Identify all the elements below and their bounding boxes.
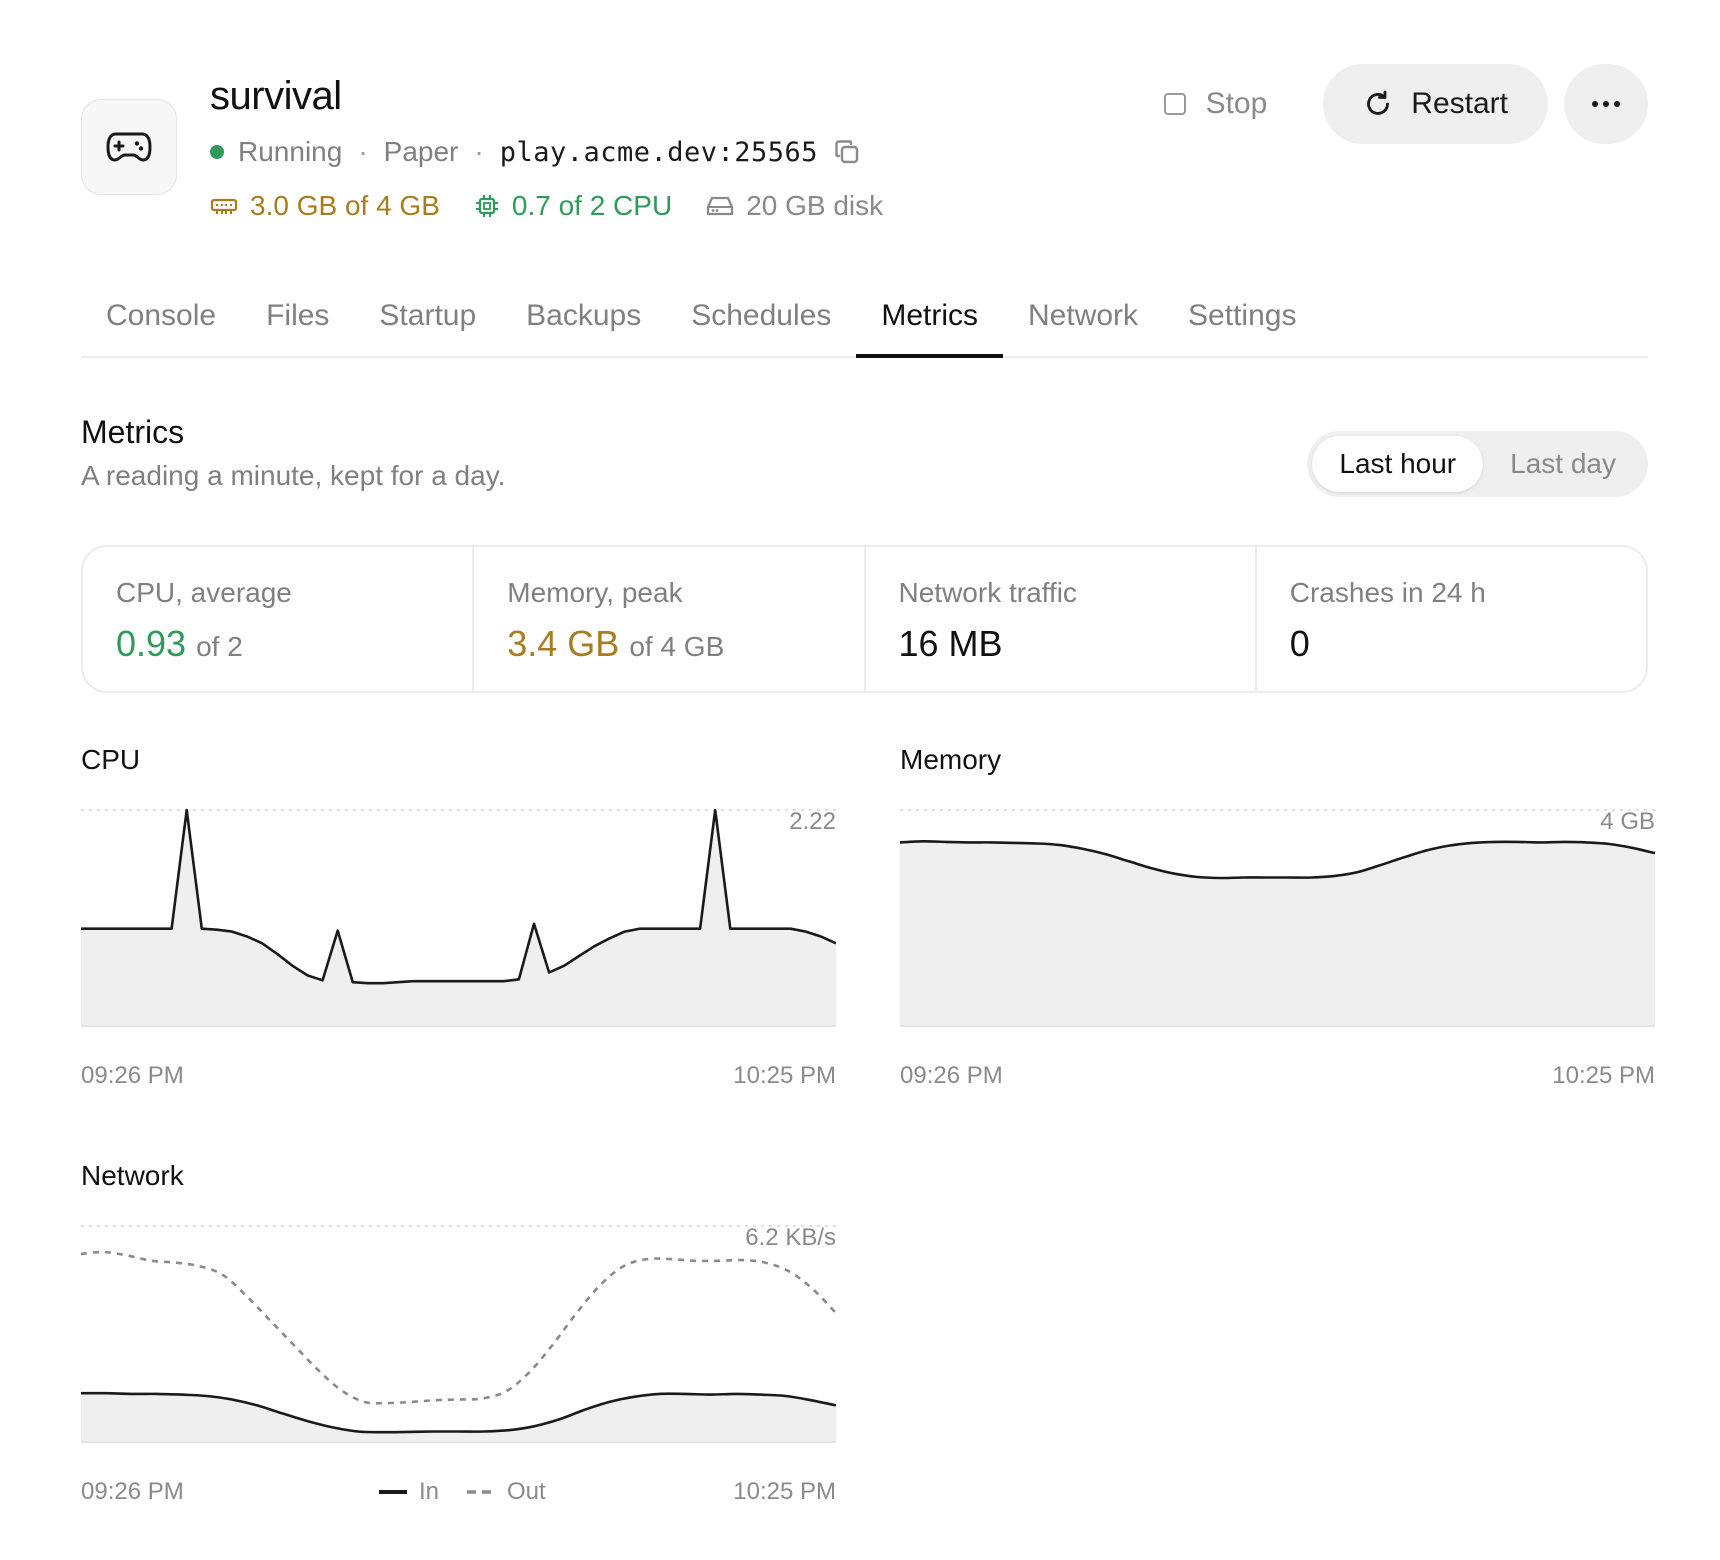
stat-memory-peak: Memory, peak 3.4 GB of 4 GB: [474, 547, 866, 691]
refresh-icon: [1367, 90, 1390, 115]
server-actions: Stop Restart: [1163, 64, 1648, 144]
separator: ·: [358, 136, 368, 167]
x-start-label: 09:26 PM: [81, 1478, 184, 1505]
stat-crashes: Crashes in 24 h 0: [1257, 547, 1646, 691]
x-axis-labels: 09:26 PM 10:25 PM: [81, 1062, 836, 1090]
stat-value: 16 MB: [899, 623, 1255, 665]
stat-number: 16 MB: [898, 623, 1003, 664]
tab-metrics[interactable]: Metrics: [856, 285, 1003, 358]
stats-card: CPU, average 0.93 of 2 Memory, peak 3.4 …: [81, 545, 1648, 693]
stat-value: 0.93 of 2: [116, 623, 472, 665]
stat-suffix: of 2: [196, 631, 243, 662]
legend-dashed-swatch: [467, 1490, 496, 1494]
section-title: Metrics: [81, 414, 185, 450]
x-end-label: 10:25 PM: [733, 1478, 836, 1505]
disk-resource: 20 GB disk: [706, 190, 883, 222]
tab-network[interactable]: Network: [1003, 285, 1163, 356]
x-end-label: 10:25 PM: [1552, 1062, 1655, 1089]
memory-resource: 3.0 GB of 4 GB: [210, 190, 440, 222]
chart-title: CPU: [81, 744, 141, 775]
section-subtitle: A reading a minute, kept for a day.: [81, 460, 506, 491]
stat-value: 0: [1290, 623, 1646, 665]
copy-icon[interactable]: [834, 139, 860, 165]
stat-network-traffic: Network traffic 16 MB: [866, 547, 1257, 691]
cpu-area: [81, 810, 836, 1026]
server-title: survival: [210, 74, 342, 118]
separator: ·: [474, 136, 484, 167]
tab-startup[interactable]: Startup: [354, 285, 501, 356]
chart-max-label: 4 GB: [1600, 808, 1655, 835]
chart-max-label: 2.22: [789, 808, 836, 835]
network-out-line: [81, 1250, 836, 1405]
resource-summary: 3.0 GB of 4 GB 0.7 of 2 CPU 20 GB disk: [210, 190, 917, 222]
more-options-button[interactable]: [1564, 64, 1648, 144]
range-last-day[interactable]: Last day: [1483, 436, 1643, 492]
legend-label: In: [419, 1478, 440, 1505]
cpu-chip-icon: [475, 195, 498, 217]
stat-number: 0.93: [116, 623, 187, 664]
network-chart: Network 6.2 KB/s 09:26 PM 10:25 PM In Ou…: [81, 1160, 836, 1520]
memory-usage: 3.0 GB of 4 GB: [250, 190, 440, 221]
software-text: Paper: [383, 136, 459, 167]
disk-size: 20 GB disk: [746, 190, 884, 221]
chart-title: Memory: [900, 744, 1002, 775]
tab-bar: Console Files Startup Backups Schedules …: [81, 285, 1648, 358]
stat-label: CPU, average: [116, 577, 292, 608]
stat-number: 3.4 GB: [507, 623, 620, 664]
chart-max-label: 6.2 KB/s: [745, 1224, 836, 1251]
tab-schedules[interactable]: Schedules: [666, 285, 856, 356]
memory-chart: Memory 4 GB 09:26 PM 10:25 PM: [900, 744, 1655, 1094]
restart-button[interactable]: Restart: [1323, 64, 1548, 144]
chart-title: Network: [81, 1160, 184, 1191]
server-status-line: Running · Paper · play.acme.dev:25565: [210, 136, 860, 168]
range-last-hour[interactable]: Last hour: [1312, 436, 1484, 492]
stat-cpu-average: CPU, average 0.93 of 2: [83, 547, 475, 691]
cpu-resource: 0.7 of 2 CPU: [474, 190, 672, 222]
stat-label: Memory, peak: [507, 577, 683, 608]
server-address: play.acme.dev:25565: [499, 136, 819, 168]
stop-square-icon: [1163, 93, 1186, 115]
chart-legend: In Out: [379, 1478, 574, 1506]
memory-icon: [210, 198, 238, 214]
network-in-area: [81, 1393, 836, 1442]
x-axis-labels: 09:26 PM 10:25 PM: [900, 1062, 1655, 1090]
legend-solid-swatch: [379, 1490, 407, 1494]
tab-files[interactable]: Files: [241, 285, 354, 356]
x-end-label: 10:25 PM: [733, 1062, 836, 1089]
cpu-usage: 0.7 of 2 CPU: [511, 190, 673, 221]
status-dot: [210, 145, 224, 159]
gamepad-icon: [106, 132, 152, 162]
legend-item-in: In: [379, 1478, 439, 1506]
legend-label: Out: [507, 1478, 546, 1505]
stop-label: Stop: [1205, 87, 1268, 120]
stop-button[interactable]: Stop: [1163, 87, 1268, 121]
ellipsis-icon: [1592, 101, 1620, 107]
stat-label: Crashes in 24 h: [1289, 577, 1486, 608]
x-start-label: 09:26 PM: [81, 1062, 184, 1089]
status-text: Running: [238, 136, 343, 167]
server-icon-tile: [81, 99, 177, 195]
tab-console[interactable]: Console: [81, 285, 241, 356]
memory-area: [900, 841, 1655, 1026]
stat-value: 3.4 GB of 4 GB: [507, 623, 863, 665]
x-start-label: 09:26 PM: [900, 1062, 1003, 1089]
stat-label: Network traffic: [898, 577, 1077, 608]
time-range-toggle: Last hour Last day: [1307, 431, 1648, 497]
server-header: survival Running · Paper · play.acme.dev…: [81, 64, 1648, 240]
tab-settings[interactable]: Settings: [1163, 285, 1321, 356]
hard-drive-icon: [707, 196, 734, 216]
restart-label: Restart: [1411, 87, 1508, 120]
stat-suffix: of 4 GB: [629, 631, 725, 662]
stat-number: 0: [1289, 623, 1310, 664]
tab-backups[interactable]: Backups: [501, 285, 666, 356]
cpu-chart: CPU 2.22 09:26 PM 10:25 PM: [81, 744, 836, 1094]
legend-item-out: Out: [467, 1478, 546, 1506]
